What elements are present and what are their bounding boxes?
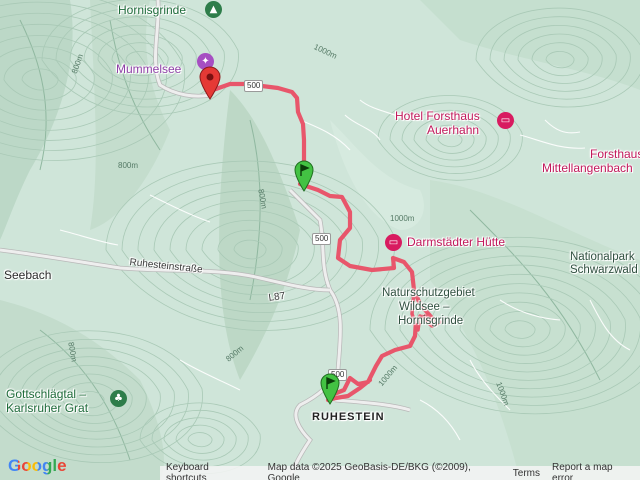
google-logo-text: Google: [8, 456, 67, 475]
label-hotel-forsthaus-line2[interactable]: Auerhahn: [427, 124, 479, 136]
google-logo[interactable]: Google: [8, 456, 67, 476]
green-flag-icon[interactable]: [320, 373, 340, 405]
label-gottschlaegtal-line1[interactable]: Gottschlägtal –: [6, 388, 86, 400]
label-gottschlaegtal-line2[interactable]: Karlsruher Grat: [6, 402, 88, 414]
green-flag-icon[interactable]: [294, 160, 314, 192]
report-map-error-link[interactable]: Report a map error: [546, 462, 640, 480]
label-seebach[interactable]: Seebach: [4, 269, 51, 281]
label-mummelsee[interactable]: Mummelsee: [116, 63, 181, 75]
label-forsthaus-line2[interactable]: Mittellangenbach: [542, 162, 633, 174]
map-canvas[interactable]: Hornisgrinde ▲ Mummelsee ✦ Hotel Forstha…: [0, 0, 640, 480]
terms-link[interactable]: Terms: [505, 468, 546, 479]
label-hornisgrinde[interactable]: Hornisgrinde: [118, 4, 186, 16]
attribution-bar: Keyboard shortcuts Map data ©2025 GeoBas…: [160, 462, 640, 480]
keyboard-shortcuts-link[interactable]: Keyboard shortcuts: [160, 462, 256, 480]
hotel-icon[interactable]: ▭: [385, 234, 402, 251]
elevation-label: 1000m: [390, 214, 415, 223]
road-shield-500: 500: [312, 233, 332, 245]
label-darmstaedter-huette[interactable]: Darmstädter Hütte: [407, 236, 505, 248]
label-naturschutz-line1[interactable]: Naturschutzgebiet: [382, 287, 475, 300]
hotel-icon[interactable]: ▭: [497, 112, 514, 129]
label-nationalpark-line1[interactable]: Nationalpark: [570, 251, 635, 264]
contour-line: [163, 417, 237, 461]
label-forsthaus-line1[interactable]: Forsthaus: [590, 148, 640, 160]
label-nationalpark-line2[interactable]: Schwarzwald: [570, 264, 638, 277]
contour-line: [151, 409, 249, 468]
road-shield-500: 500: [244, 80, 264, 92]
mountain-icon[interactable]: ▲: [205, 1, 222, 18]
contour-line: [187, 432, 213, 447]
elevation-label: 800m: [118, 161, 139, 170]
contour-line: [175, 424, 225, 454]
label-hotel-forsthaus-line1[interactable]: Hotel Forsthaus: [395, 110, 480, 122]
label-naturschutz-line3[interactable]: Hornisgrinde: [398, 315, 463, 328]
label-naturschutz-line2[interactable]: Wildsee –: [399, 301, 450, 314]
map-data-attribution: Map data ©2025 GeoBasis-DE/BKG (©2009), …: [267, 462, 471, 480]
label-ruhestein[interactable]: RUHESTEIN: [312, 412, 385, 423]
red-pin-icon[interactable]: [199, 66, 221, 100]
park-icon[interactable]: ♣: [110, 390, 127, 407]
